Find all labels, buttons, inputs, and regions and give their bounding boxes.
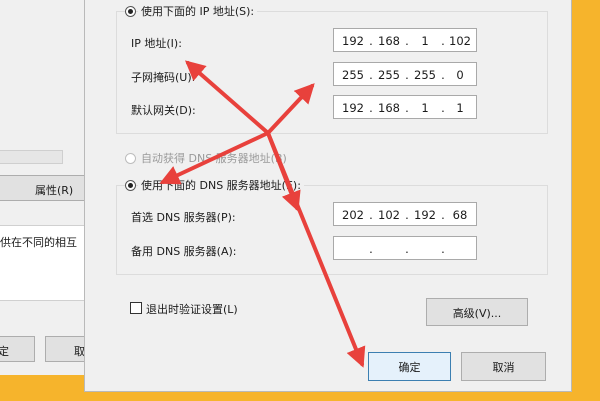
preferred-dns-input[interactable]: 202 . 102 . 192 . 68: [333, 202, 477, 226]
ip-dot: .: [369, 34, 373, 48]
ipv4-properties-dialog: 使用下面的 IP 地址(S): IP 地址(I): 192 . 168 . 1 …: [84, 0, 572, 392]
use-following-ip-label: 使用下面的 IP 地址(S):: [138, 3, 258, 19]
advanced-button-label: 高级(V)...: [452, 307, 502, 320]
advanced-button[interactable]: 高级(V)...: [426, 298, 528, 326]
background-ok-button[interactable]: 定: [0, 336, 35, 362]
subnet-octet-4: 0: [456, 68, 464, 82]
subnet-octet-1: 255: [342, 68, 364, 82]
ok-button[interactable]: 确定: [368, 352, 451, 381]
ip-dot: .: [405, 34, 409, 48]
ip-octet-2: 168: [378, 34, 400, 48]
preferred-dns-octet-3: 192: [414, 208, 436, 222]
subnet-mask-input[interactable]: 255 . 255 . 255 . 0: [333, 62, 477, 86]
preferred-dns-dot: .: [405, 208, 409, 222]
subnet-mask-label: 子网掩码(U):: [131, 71, 196, 84]
cancel-button[interactable]: 取消: [461, 352, 546, 381]
gateway-octet-2: 168: [378, 101, 400, 115]
preferred-dns-dot: .: [441, 208, 445, 222]
use-following-ip-radio[interactable]: [125, 6, 136, 17]
validate-on-exit-label: 退出时验证设置(L): [146, 303, 238, 316]
validate-on-exit-checkbox[interactable]: [130, 302, 142, 314]
ip-dot: .: [441, 34, 445, 48]
default-gateway-label: 默认网关(D):: [131, 104, 196, 117]
properties-button-label: 属性(R): [35, 184, 74, 197]
background-ok-label: 定: [0, 345, 9, 358]
gateway-dot: .: [405, 101, 409, 115]
auto-dns-label: 自动获得 DNS 服务器地址(B): [141, 152, 287, 165]
gateway-octet-4: 1: [456, 101, 464, 115]
ip-octet-3: 1: [421, 34, 429, 48]
background-description-box: 供在不同的相互: [0, 225, 92, 301]
background-description-text: 供在不同的相互: [0, 236, 77, 249]
preferred-dns-label: 首选 DNS 服务器(P):: [131, 211, 236, 224]
properties-button[interactable]: 属性(R): [0, 175, 85, 201]
gateway-dot: .: [441, 101, 445, 115]
alternate-dns-dot: .: [369, 242, 373, 256]
gateway-octet-3: 1: [421, 101, 429, 115]
ip-address-input[interactable]: 192 . 168 . 1 . 102: [333, 28, 477, 52]
alternate-dns-label: 备用 DNS 服务器(A):: [131, 245, 237, 258]
use-following-dns-radio[interactable]: [125, 180, 136, 191]
ip-octet-4: 102: [449, 34, 471, 48]
subnet-dot: .: [441, 68, 445, 82]
dns-group: [116, 185, 548, 275]
default-gateway-input[interactable]: 192 . 168 . 1 . 1: [333, 95, 477, 119]
alternate-dns-dot: .: [405, 242, 409, 256]
preferred-dns-octet-2: 102: [378, 208, 400, 222]
alternate-dns-input[interactable]: . . .: [333, 236, 477, 260]
preferred-dns-dot: .: [369, 208, 373, 222]
use-following-dns-label: 使用下面的 DNS 服务器地址(E):: [138, 177, 304, 193]
preferred-dns-octet-4: 68: [452, 208, 468, 222]
subnet-octet-2: 255: [378, 68, 400, 82]
subnet-dot: .: [405, 68, 409, 82]
subnet-octet-3: 255: [414, 68, 436, 82]
background-window: 属性(R) 供在不同的相互 定 取: [0, 0, 95, 375]
alternate-dns-dot: .: [441, 242, 445, 256]
subnet-dot: .: [369, 68, 373, 82]
cancel-button-label: 取消: [492, 361, 515, 374]
preferred-dns-octet-1: 202: [342, 208, 364, 222]
background-progress-bar: [0, 150, 63, 164]
gateway-octet-1: 192: [342, 101, 364, 115]
auto-dns-radio[interactable]: [125, 153, 136, 164]
ip-address-label: IP 地址(I):: [131, 37, 182, 50]
ok-button-label: 确定: [398, 361, 421, 374]
gateway-dot: .: [369, 101, 373, 115]
ip-octet-1: 192: [342, 34, 364, 48]
